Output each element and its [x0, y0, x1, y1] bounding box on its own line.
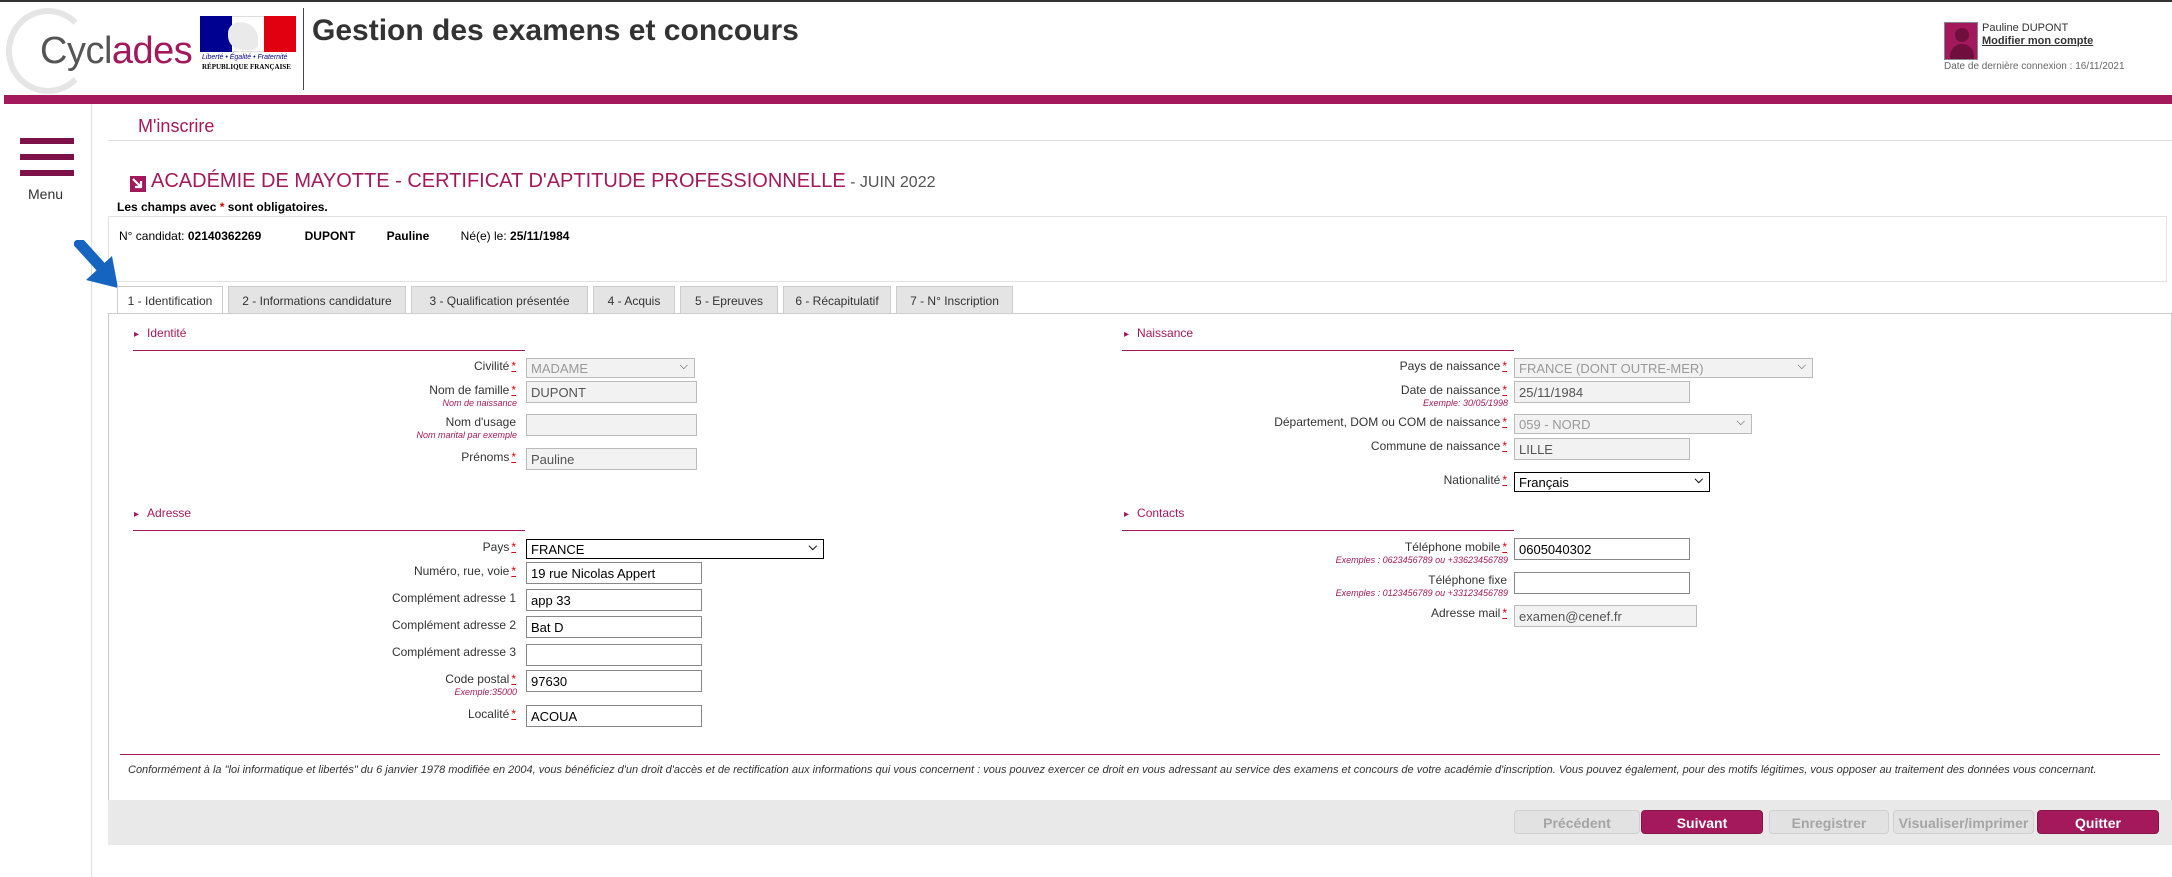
fixe-field[interactable]	[1514, 572, 1690, 594]
birth-label: Né(e) le:	[460, 229, 511, 243]
prenoms-label: Prénoms *	[461, 450, 516, 464]
tab-inscription[interactable]: 7 - N° Inscription	[896, 286, 1013, 314]
pays-naissance-label: Pays de naissance *	[1399, 359, 1507, 373]
tab-epreuves[interactable]: 5 - Epreuves	[680, 286, 778, 314]
last-connection: Date de dernière connexion : 16/11/2021	[1944, 61, 2125, 72]
candidate-info: N° candidat: 02140362269 DUPONT Pauline …	[108, 216, 2167, 282]
tab-qualification[interactable]: 3 - Qualification présentée	[411, 286, 588, 314]
top-border	[0, 0, 2172, 2]
save-button[interactable]: Enregistrer	[1769, 810, 1889, 834]
pays-naissance-select[interactable]: FRANCE (DONT OUTRE-MER) ⌵	[1514, 358, 1813, 378]
chevron-down-icon: ⌵	[679, 360, 688, 372]
mail-field[interactable]: examen@cenef.fr	[1514, 605, 1697, 627]
usage-label: Nom d'usage	[445, 415, 516, 429]
section-adresse: Adresse	[134, 506, 191, 520]
nationalite-label: Nationalité *	[1443, 473, 1507, 487]
previous-button[interactable]: Précédent	[1514, 810, 1640, 834]
mobile-field[interactable]: 0605040302	[1514, 538, 1690, 560]
prenoms-field[interactable]: Pauline	[526, 448, 697, 470]
chevron-down-icon: ⌵	[1736, 416, 1745, 428]
chevron-down-icon: ⌵	[1694, 474, 1703, 486]
rue-label: Numéro, rue, voie *	[413, 564, 516, 578]
fixe-hint: Exemples : 0123456789 ou +33123456789	[1335, 588, 1508, 598]
departement-label: Département, DOM ou COM de naissance *	[1274, 415, 1507, 429]
mobile-label: Téléphone mobile *	[1404, 540, 1507, 554]
nationalite-select[interactable]: Français ⌵	[1514, 472, 1710, 492]
edit-account-link[interactable]: Modifier mon compte	[1982, 35, 2093, 47]
exam-title: ACADÉMIE DE MAYOTTE - CERTIFICAT D'APTIT…	[151, 170, 936, 192]
complement2-field[interactable]: Bat D	[526, 616, 702, 638]
menu-button[interactable]: Menu	[20, 138, 74, 210]
candidate-number: 02140362269	[187, 229, 262, 243]
complement3-field[interactable]	[526, 644, 702, 666]
commune-label: Commune de naissance *	[1370, 439, 1507, 453]
date-naissance-hint: Exemple: 30/05/1998	[1422, 398, 1508, 408]
localite-label: Localité *	[467, 707, 516, 721]
next-button[interactable]: Suivant	[1641, 810, 1763, 834]
complement2-label: Complément adresse 2	[391, 618, 516, 632]
tab-recapitulatif[interactable]: 6 - Récapitulatif	[783, 286, 891, 314]
nom-label: Nom de famille *	[429, 383, 516, 397]
cyclades-logo[interactable]: Cyclades	[6, 8, 193, 94]
pays-label: Pays *	[482, 540, 516, 554]
section-contacts: Contacts	[1124, 506, 1184, 520]
header-band	[4, 95, 2172, 104]
footer-divider	[120, 754, 2160, 755]
complement1-field[interactable]: app 33	[526, 589, 702, 611]
section-naissance: Naissance	[1124, 326, 1193, 340]
print-button[interactable]: Visualiser/imprimer	[1893, 810, 2034, 834]
civilite-label: Civilité *	[473, 359, 516, 373]
candidate-first-name: Pauline	[386, 229, 430, 243]
chevron-down-icon: ⌵	[1797, 360, 1806, 372]
pays-select[interactable]: FRANCE ⌵	[526, 539, 824, 559]
app-title: Gestion des examens et concours	[312, 14, 799, 47]
marianne-rf: RÉPUBLIQUE FRANÇAISE	[202, 63, 291, 71]
button-bar: Précédent Suivant Enregistrer Visualiser…	[108, 800, 2172, 845]
user-panel: Pauline DUPONT Modifier mon compte Date …	[1940, 20, 2165, 80]
breadcrumb: M'inscrire	[138, 116, 215, 136]
user-name: Pauline DUPONT	[1982, 22, 2069, 34]
nom-field[interactable]: DUPONT	[526, 381, 697, 403]
date-naissance-field[interactable]: 25/11/1984	[1514, 381, 1690, 403]
localite-field[interactable]: ACOUA	[526, 705, 702, 727]
quit-button[interactable]: Quitter	[2037, 810, 2159, 834]
marianne-logo: Liberté • Égalité • Fraternité RÉPUBLIQU…	[200, 16, 300, 72]
header-separator	[303, 8, 304, 90]
date-naissance-label: Date de naissance *	[1400, 383, 1507, 397]
nom-hint: Nom de naissance	[442, 398, 517, 408]
rue-field[interactable]: 19 rue Nicolas Appert	[526, 562, 702, 584]
section-identite: Identité	[134, 326, 186, 340]
hamburger-icon	[20, 138, 74, 144]
mail-label: Adresse mail *	[1430, 606, 1507, 620]
fixe-label: Téléphone fixe	[1428, 573, 1507, 587]
marianne-motto: Liberté • Égalité • Fraternité	[202, 54, 288, 61]
legal-notice: Conformément à la "loi informatique et l…	[128, 764, 2097, 776]
code-postal-hint: Exemple:35000	[454, 687, 517, 697]
usage-field[interactable]	[526, 414, 697, 436]
candidate-birth-date: 25/11/1984	[510, 229, 570, 243]
departement-select[interactable]: 059 - NORD ⌵	[1514, 414, 1752, 434]
user-avatar-icon	[1944, 22, 1978, 60]
tab-identification[interactable]: 1 - Identification	[117, 286, 223, 314]
code-postal-field[interactable]: 97630	[526, 670, 702, 692]
usage-hint: Nom marital par exemple	[416, 430, 517, 440]
sidebar: Menu	[0, 104, 92, 877]
mobile-hint: Exemples : 0623456789 ou +33623456789	[1335, 555, 1508, 565]
mandatory-note: Les champs avec * sont obligatoires.	[117, 200, 328, 214]
commune-field[interactable]: LILLE	[1514, 438, 1690, 460]
civilite-select[interactable]: MADAME ⌵	[526, 358, 695, 378]
tab-informations-candidature[interactable]: 2 - Informations candidature	[228, 286, 406, 314]
candidate-last-name: DUPONT	[304, 229, 356, 243]
breadcrumb-divider	[108, 140, 2172, 141]
exam-session: - JUIN 2022	[845, 174, 936, 191]
logo-text: Cyclades	[40, 30, 193, 72]
arrow-down-right-icon	[130, 176, 146, 192]
complement3-label: Complément adresse 3	[391, 645, 516, 659]
tab-acquis[interactable]: 4 - Acquis	[593, 286, 675, 314]
candidate-number-label: N° candidat:	[119, 229, 188, 243]
menu-label: Menu	[28, 186, 64, 202]
complement1-label: Complément adresse 1	[391, 591, 516, 605]
chevron-down-icon: ⌵	[808, 541, 817, 553]
code-postal-label: Code postal *	[445, 672, 516, 686]
